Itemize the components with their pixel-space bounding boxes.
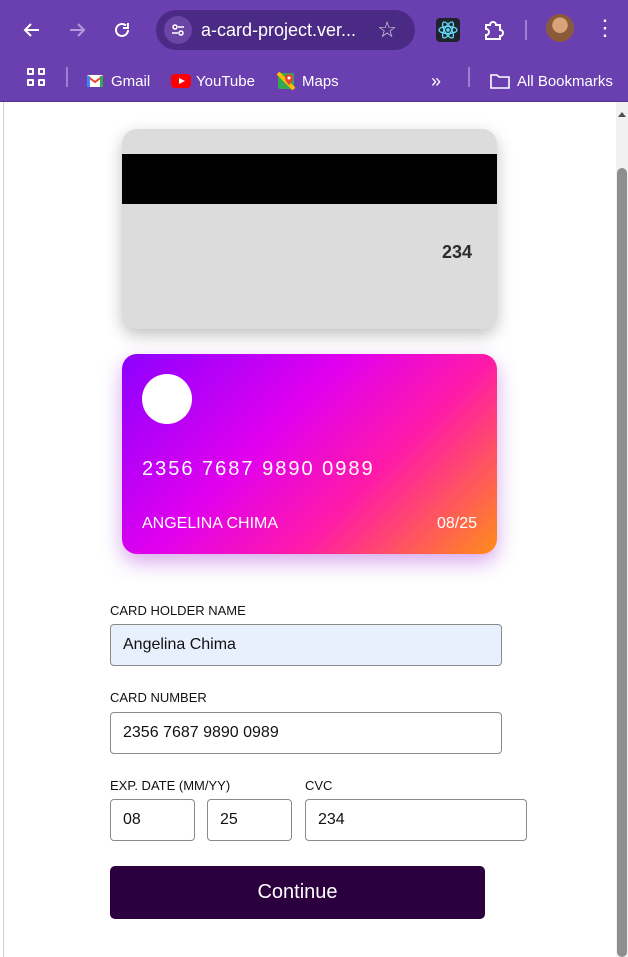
scroll-up-arrow-icon[interactable] <box>618 112 626 117</box>
card-back-cvc: 234 <box>441 242 472 262</box>
bookmark-star-icon[interactable]: ☆ <box>377 17 397 43</box>
menu-kebab-icon[interactable]: ⋮ <box>594 16 616 40</box>
browser-toolbar: a-card-project.ver... ☆ ⋮ <box>0 0 628 60</box>
bookmarks-divider <box>468 67 470 87</box>
profile-avatar[interactable] <box>546 14 574 42</box>
gmail-icon <box>86 72 104 90</box>
card-front-holder: ANGELINA CHIMA <box>142 515 279 532</box>
card-number-input[interactable]: 2356 7687 9890 0989 <box>110 712 502 754</box>
bookmark-maps[interactable]: Maps <box>276 66 339 96</box>
page-left-edge <box>0 102 4 957</box>
bookmarks-bar: Gmail YouTube Maps » All Bookmarks <box>0 60 628 102</box>
card-front-number: 2356 7687 9890 0989 <box>142 458 375 480</box>
bookmark-gmail[interactable]: Gmail <box>86 66 150 96</box>
card-front-expiry: 08/25 <box>436 515 477 532</box>
card-front: 2356 7687 9890 0989 ANGELINA CHIMA 08/25 <box>122 354 497 554</box>
all-bookmarks-button[interactable]: All Bookmarks <box>490 66 613 96</box>
react-devtools-icon[interactable] <box>432 14 464 46</box>
page-viewport: 234 2356 7687 9890 0989 ANGELINA CHIMA 0… <box>0 102 628 957</box>
exp-month-input[interactable]: 08 <box>110 799 195 841</box>
bookmarks-divider <box>66 67 68 87</box>
folder-icon <box>490 72 510 90</box>
bookmark-label: Gmail <box>111 72 151 90</box>
card-holder-input[interactable]: Angelina Chima <box>110 624 502 666</box>
more-bookmarks-chevron-icon[interactable]: » <box>431 66 441 96</box>
bookmark-youtube[interactable]: YouTube <box>171 66 255 96</box>
bookmark-label: YouTube <box>196 72 255 90</box>
page-scrollbar[interactable] <box>616 102 628 957</box>
exp-date-label: EXP. DATE (MM/YY) <box>110 778 231 793</box>
site-info-icon[interactable] <box>164 16 192 44</box>
number-label: CARD NUMBER <box>110 690 207 705</box>
card-logo-circle <box>142 374 192 424</box>
address-bar[interactable]: a-card-project.ver... ☆ <box>156 10 415 50</box>
scroll-thumb[interactable] <box>617 168 627 957</box>
holder-label: CARD HOLDER NAME <box>110 603 246 618</box>
card-back: 234 <box>122 129 497 329</box>
continue-button[interactable]: Continue <box>110 866 485 919</box>
cvc-input[interactable]: 234 <box>305 799 527 841</box>
maps-icon <box>276 71 296 91</box>
all-bookmarks-label: All Bookmarks <box>517 72 613 90</box>
toolbar-divider <box>525 20 527 40</box>
exp-year-input[interactable]: 25 <box>207 799 292 841</box>
cvc-label: CVC <box>305 778 333 793</box>
reload-icon[interactable] <box>104 12 140 48</box>
forward-icon[interactable] <box>59 12 95 48</box>
magnetic-stripe <box>122 154 497 204</box>
url-text[interactable]: a-card-project.ver... <box>201 20 356 41</box>
back-icon[interactable] <box>14 12 50 48</box>
youtube-icon <box>171 72 191 90</box>
bookmark-label: Maps <box>302 72 339 90</box>
extensions-icon[interactable] <box>477 14 509 46</box>
apps-grid-icon[interactable] <box>27 68 47 88</box>
